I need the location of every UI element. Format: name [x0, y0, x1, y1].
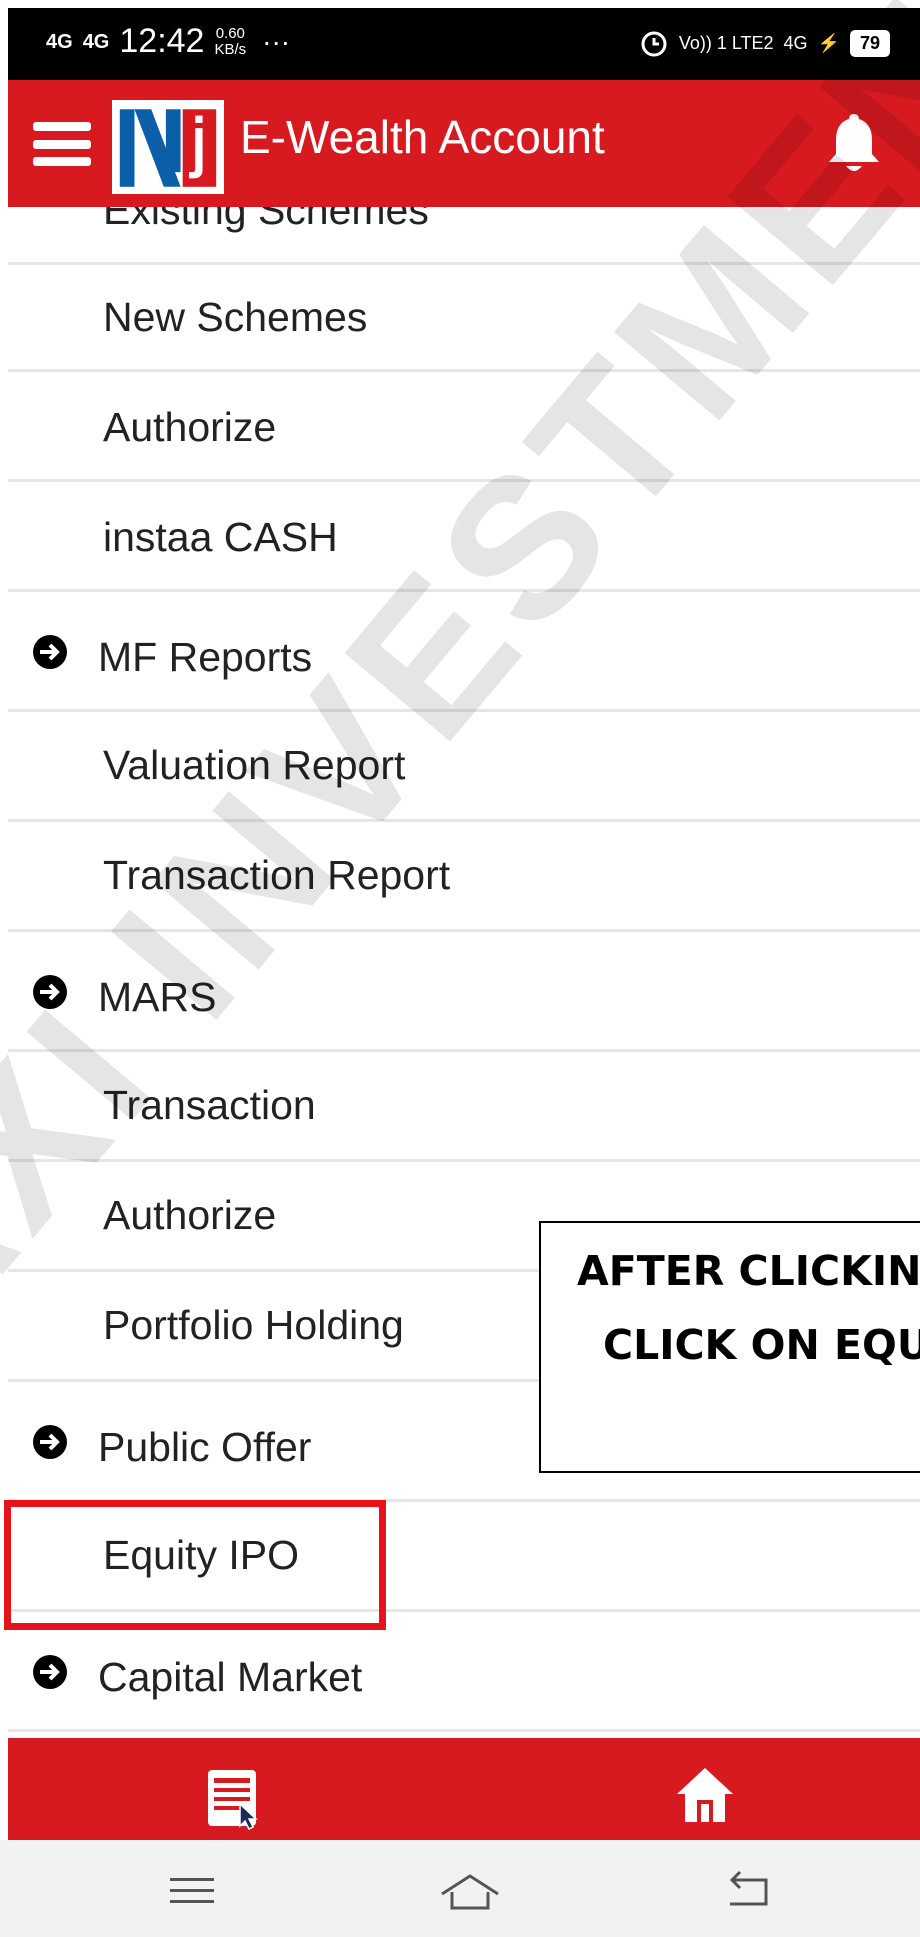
menu-section-mf-reports[interactable]: MF Reports: [8, 592, 920, 712]
arrow-circle-right-icon: [33, 635, 67, 669]
highlight-box: [4, 1500, 386, 1630]
bottom-navigation: [8, 1738, 920, 1840]
menu-item-label: instaa CASH: [103, 514, 338, 560]
menu-section-mars[interactable]: MARS: [8, 932, 920, 1052]
back-arrow-icon[interactable]: [720, 1870, 780, 1912]
menu-section-label: MARS: [98, 974, 217, 1020]
system-navigation-bar: [0, 1840, 920, 1937]
arrow-circle-right-icon: [33, 1655, 67, 1689]
battery-level: 79: [849, 29, 890, 57]
menu-item-authorize[interactable]: Authorize: [8, 372, 920, 482]
overflow-indicator: ···: [262, 25, 291, 57]
speed-value: 0.60: [215, 24, 245, 42]
signal-icon-1: 4G: [46, 30, 73, 53]
menu-item-instaa-cash[interactable]: instaa CASH: [8, 482, 920, 592]
status-time: 12:42: [119, 22, 205, 60]
menu-item-transaction[interactable]: Transaction: [8, 1052, 920, 1162]
status-left: 4G 4G 12:42 0.60 KB/s ···: [46, 22, 290, 61]
app-title: E-Wealth Account: [240, 111, 605, 163]
arrow-circle-right-icon: [33, 1425, 67, 1459]
instruction-callout: AFTER CLICKING CLICK ON EQU: [539, 1221, 920, 1473]
menu-item-label: Authorize: [103, 1192, 277, 1238]
alarm-icon: [641, 31, 667, 57]
menu-section-label: Capital Market: [98, 1654, 363, 1700]
menu-item-label: Transaction: [103, 1082, 316, 1128]
menu-item-label: Existing Schemes: [103, 207, 429, 233]
menu-item-transaction-report[interactable]: Transaction Report: [8, 822, 920, 932]
menu-section-label: Public Offer: [98, 1424, 312, 1470]
menu-item-label: Portfolio Holding: [103, 1302, 404, 1348]
menu-item-existing-schemes[interactable]: Existing Schemes: [8, 207, 920, 265]
menu-item-label: Authorize: [103, 404, 277, 450]
logo-icon: [115, 103, 221, 191]
menu-section-capital-market[interactable]: Capital Market: [8, 1612, 920, 1732]
list-document-icon[interactable]: [204, 1768, 264, 1830]
network-type-2: 4G: [783, 32, 808, 53]
home-outline-icon[interactable]: [438, 1870, 502, 1912]
callout-line-1: AFTER CLICKING: [577, 1247, 920, 1295]
network-speed: 0.60 KB/s: [214, 24, 247, 58]
callout-line-2: CLICK ON EQU: [603, 1321, 920, 1369]
status-right: Vo)) 1 LTE2 4G ⚡ 79: [639, 28, 890, 58]
home-icon[interactable]: [673, 1764, 737, 1826]
charging-icon: ⚡: [817, 32, 840, 53]
nj-logo: [112, 100, 224, 194]
status-bar: 4G 4G 12:42 0.60 KB/s ··· Vo)) 1 LTE2 4G…: [8, 8, 920, 80]
menu-item-label: New Schemes: [103, 294, 368, 340]
menu-lines-icon[interactable]: [162, 1870, 222, 1912]
hamburger-menu-icon[interactable]: [33, 122, 91, 166]
signal-icon-2: 4G: [82, 30, 110, 53]
speed-unit: KB/s: [214, 40, 247, 58]
menu-item-label: Transaction Report: [103, 852, 451, 898]
arrow-circle-right-icon: [33, 975, 67, 1009]
menu-section-label: MF Reports: [98, 634, 313, 680]
menu-item-new-schemes[interactable]: New Schemes: [8, 262, 920, 372]
app-bar: E-Wealth Account: [8, 80, 920, 207]
menu-item-valuation-report[interactable]: Valuation Report: [8, 712, 920, 822]
network-type: Vo)) 1 LTE2: [678, 32, 774, 53]
bell-icon[interactable]: [824, 110, 884, 176]
menu-item-label: Valuation Report: [103, 742, 406, 788]
